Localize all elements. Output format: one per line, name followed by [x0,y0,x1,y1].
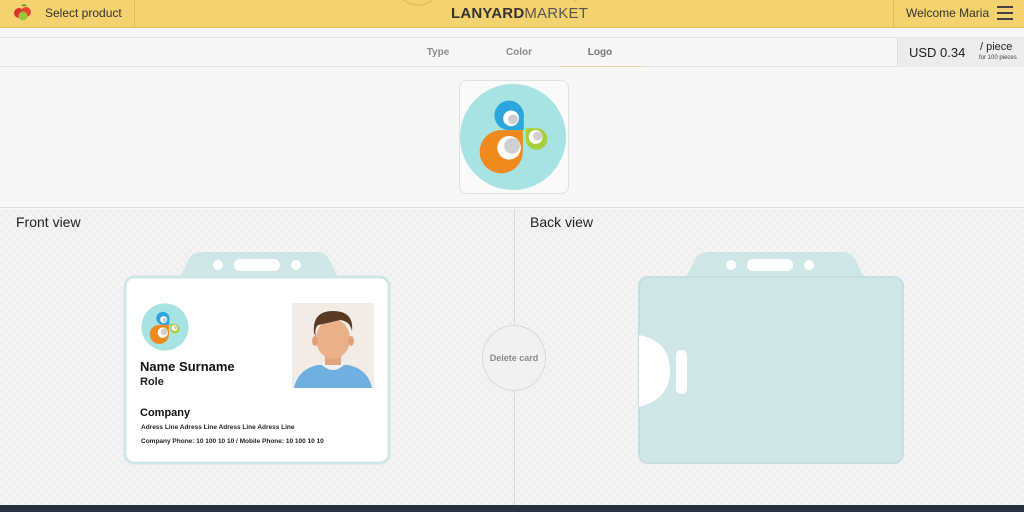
top-header: Select product ® LANYARDMARKET Welcome M… [0,0,1024,28]
welcome-text: Welcome Maria [906,6,990,20]
brand-name-bold: LANYARD [451,5,525,22]
person-photo [292,303,374,388]
card-logo-icon [141,303,189,351]
card-address: Adress Line Adress Line Adress Line Adre… [141,424,295,431]
logo-thumbnail[interactable] [459,80,569,194]
hamburger-menu-icon[interactable] [997,6,1013,20]
fruit-icon [14,4,31,21]
footer-bar [0,505,1024,512]
brand-name-light: MARKET [524,5,589,22]
card-company: Company [140,407,191,419]
logo-selection-area [0,67,1024,208]
price-quantity-note: for 100 pieces [979,55,1017,61]
delete-card-button[interactable]: Delete card [482,325,546,391]
user-area: Welcome Maria [893,0,1024,28]
droplets-logo-icon [460,83,567,191]
brand-name: LANYARDMARKET [451,5,588,22]
front-view-title: Front view [16,214,81,230]
back-view-title: Back view [530,214,594,230]
card-role: Role [140,376,164,388]
back-card-holder[interactable] [634,249,909,467]
card-phones: Company Phone: 10 100 10 10 / Mobile Pho… [141,438,324,445]
tab-logo[interactable]: Logo [560,47,640,58]
price-value: USD 0.34 [909,45,966,60]
brand-logo[interactable]: ® LANYARDMARKET [395,0,635,28]
select-product-button[interactable]: Select product [0,0,135,28]
brand-arc [395,0,441,6]
select-product-label: Select product [45,6,122,20]
price-unit: / piece [980,41,1013,53]
price-box: USD 0.34 / piece for 100 pieces [897,38,1024,67]
card-name: Name Surname [140,359,235,374]
card-views: Front view Back view Name Surname Role C… [0,209,1024,505]
step-tabs: Type Color Logo USD 0.34 / piece for 100… [0,37,1024,68]
tab-type[interactable]: Type [398,47,478,58]
brand-registered-mark: ® [573,0,578,4]
tab-color[interactable]: Color [479,47,559,58]
